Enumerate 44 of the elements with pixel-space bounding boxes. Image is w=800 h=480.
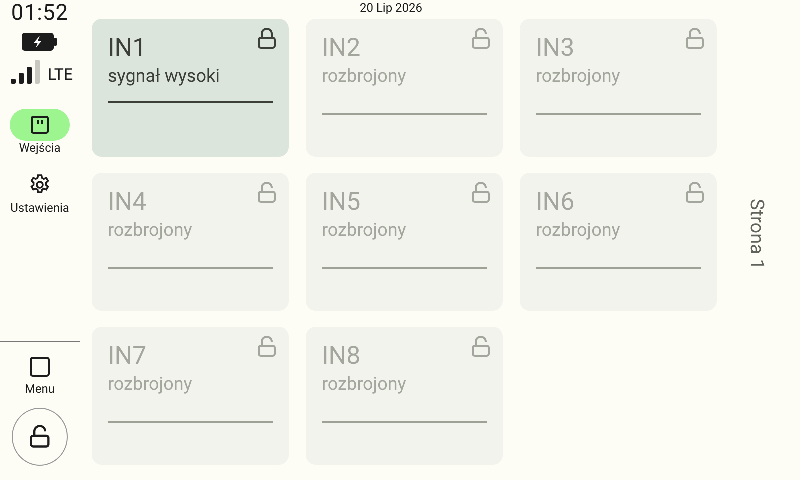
unlocked-padlock-icon (683, 27, 707, 51)
menu-button[interactable]: Menu (24, 356, 56, 396)
locked-padlock-icon (255, 27, 279, 51)
input-name: IN7 (108, 341, 147, 373)
unlocked-padlock-icon (469, 181, 493, 205)
date-label: 20 Lip 2026 (360, 1, 423, 15)
input-card[interactable]: IN4 rozbrojony (92, 173, 289, 311)
input-name: IN4 (108, 187, 147, 219)
page-label: Strona 1 (746, 199, 769, 270)
input-card[interactable]: IN5 rozbrojony (306, 173, 503, 311)
input-card[interactable]: IN1 sygnał wysoki (92, 19, 289, 157)
unlocked-padlock-icon (469, 27, 493, 51)
input-card[interactable]: IN6 rozbrojony (520, 173, 717, 311)
input-status: rozbrojony (536, 65, 620, 89)
nav-label: Ustawienia (10, 201, 70, 215)
unlocked-padlock-icon (255, 335, 279, 359)
unlocked-padlock-icon (255, 181, 279, 205)
input-name: IN1 (108, 33, 147, 65)
network-label: LTE (48, 66, 74, 84)
unlocked-padlock-icon (469, 335, 493, 359)
input-status: rozbrojony (108, 373, 192, 397)
input-name: IN8 (322, 341, 361, 373)
input-name: IN3 (536, 33, 575, 65)
nav-label: Wejścia (19, 141, 61, 155)
input-status: rozbrojony (322, 373, 406, 397)
square-icon (29, 356, 51, 378)
input-card[interactable]: IN2 rozbrojony (306, 19, 503, 157)
input-name: IN6 (536, 187, 575, 219)
input-status: rozbrojony (322, 219, 406, 243)
input-status: rozbrojony (108, 219, 192, 243)
nav-button[interactable] (10, 109, 70, 141)
input-icon (30, 115, 50, 135)
input-card[interactable]: IN3 rozbrojony (520, 19, 717, 157)
signal-icon (10, 60, 41, 84)
input-status: rozbrojony (322, 65, 406, 89)
input-status: sygnał wysoki (108, 65, 220, 89)
input-card[interactable]: IN8 rozbrojony (306, 327, 503, 465)
clock: 01:52 (11, 1, 69, 27)
unlocked-padlock-icon (683, 181, 707, 205)
input-name: IN2 (322, 33, 361, 65)
input-card[interactable]: IN7 rozbrojony (92, 327, 289, 465)
lock-button[interactable] (12, 408, 68, 466)
input-name: IN5 (322, 187, 361, 219)
input-status: rozbrojony (536, 219, 620, 243)
